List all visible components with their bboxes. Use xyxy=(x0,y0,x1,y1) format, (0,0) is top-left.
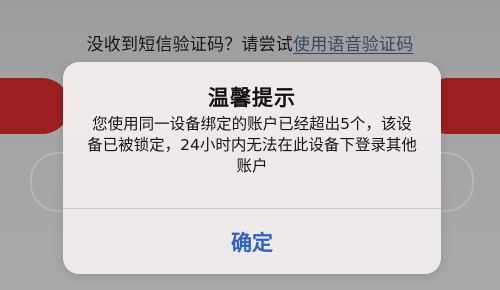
sms-hint-label: 没收到短信验证码？请尝试 xyxy=(86,35,293,55)
voice-code-link[interactable]: 使用语音验证码 xyxy=(293,35,413,55)
sms-help-text: 没收到短信验证码？请尝试使用语音验证码 xyxy=(0,30,500,55)
dialog-message: 您使用同一设备绑定的账户已经超出5个，该设备已被锁定，24小时内无法在此设备下登… xyxy=(87,115,417,175)
background-button-left xyxy=(0,78,70,134)
confirm-button[interactable]: 确定 xyxy=(63,209,441,274)
dialog-title: 温馨提示 xyxy=(208,86,296,110)
alert-dialog: 温馨提示 您使用同一设备绑定的账户已经超出5个，该设备已被锁定，24小时内无法在… xyxy=(63,62,441,274)
screen: 没收到短信验证码？请尝试使用语音验证码 温馨提示 您使用同一设备绑定的账户已经超… xyxy=(0,0,500,290)
